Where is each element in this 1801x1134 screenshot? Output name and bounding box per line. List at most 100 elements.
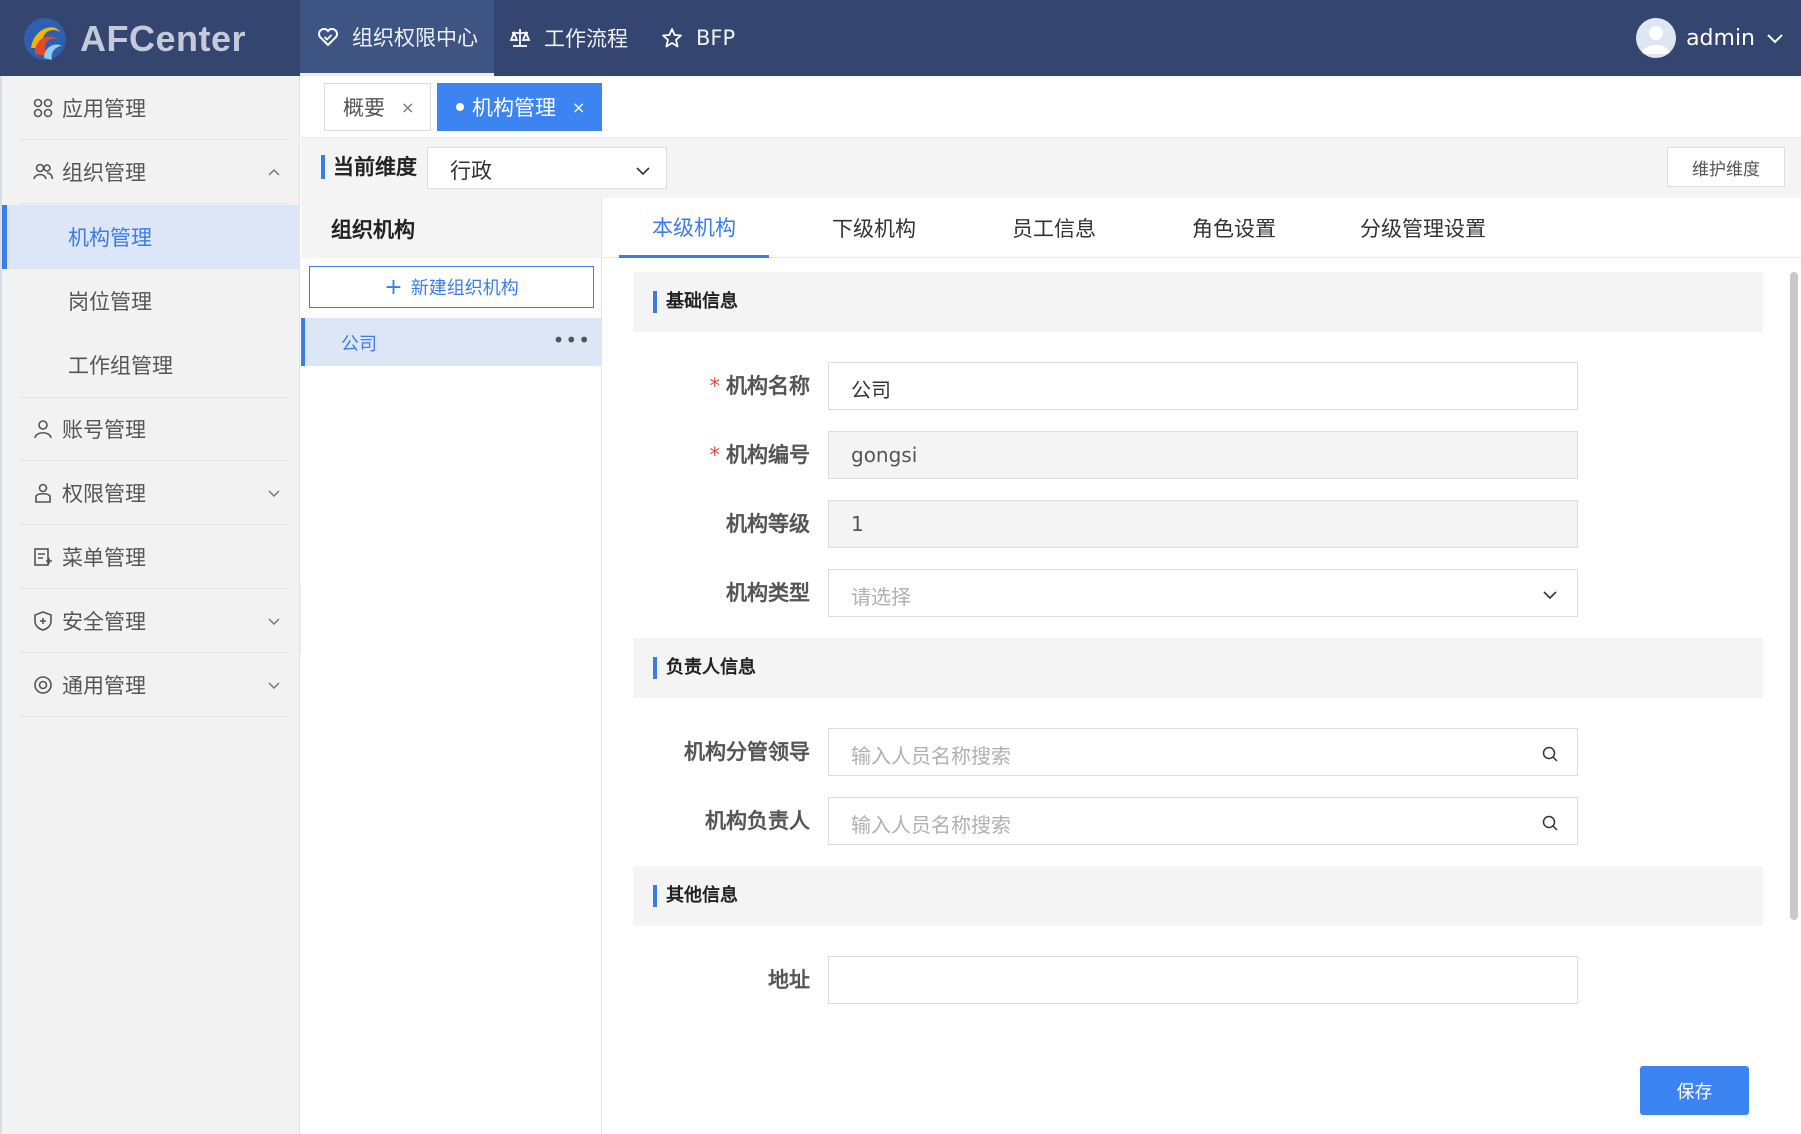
sidebar-item-general-management[interactable]: 通用管理: [20, 653, 288, 717]
sidebar-item-label: 安全管理: [62, 609, 146, 634]
sidebar-item-app-management[interactable]: 应用管理: [20, 76, 288, 140]
chevron-up-icon: [266, 164, 282, 180]
users-icon: [32, 161, 54, 183]
user-menu[interactable]: admin: [1636, 0, 1785, 76]
content-scrollbar[interactable]: [1790, 272, 1798, 920]
institution-name-input[interactable]: 公司: [828, 362, 1578, 410]
section-leader-info: 负责人信息: [633, 638, 1763, 698]
sidebar-item-permission-management[interactable]: 权限管理: [20, 461, 288, 525]
shield-icon: [32, 610, 54, 632]
tab-sub-institutions[interactable]: 下级机构: [799, 198, 949, 258]
institution-type-select[interactable]: 请选择: [828, 569, 1578, 617]
institution-level-label: 机构等级: [726, 512, 810, 536]
chevron-down-icon: [266, 485, 282, 501]
input-placeholder: 输入人员名称搜索: [851, 813, 1011, 837]
active-dot-icon: [456, 103, 464, 111]
avatar: [1636, 18, 1677, 58]
tree-item-company[interactable]: 公司 •••: [301, 318, 601, 366]
close-icon[interactable]: ×: [572, 98, 585, 117]
input-placeholder: 输入人员名称搜索: [851, 744, 1011, 768]
manager-label: 机构负责人: [705, 809, 810, 833]
page-tab-label: 概要: [343, 96, 385, 120]
required-mark: *: [709, 374, 721, 398]
plus-icon: +: [384, 274, 403, 300]
sidebar-item-position-management[interactable]: 岗位管理: [2, 269, 300, 333]
sidebar: 应用管理 组织管理 机构管理 岗位管理 工作组管理 账号管理 权限管理 菜单管理…: [0, 76, 300, 1134]
label-text: 机构编号: [726, 443, 810, 467]
nav-tab-org-permission-center[interactable]: 组织权限中心: [300, 0, 494, 76]
menu-list-icon: [32, 546, 54, 568]
dimension-value: 行政: [450, 159, 492, 183]
chevron-down-icon: [1765, 28, 1785, 48]
manager-search-input[interactable]: 输入人员名称搜索: [828, 797, 1578, 845]
sidebar-item-menu-management[interactable]: 菜单管理: [20, 525, 288, 589]
tab-employee-info[interactable]: 员工信息: [979, 198, 1129, 258]
sidebar-item-label: 通用管理: [62, 673, 146, 698]
new-org-label: 新建组织机构: [410, 278, 519, 299]
section-title: 负责人信息: [653, 657, 756, 679]
username: admin: [1686, 25, 1755, 51]
dimension-bar: 当前维度 行政 维护维度: [301, 138, 1801, 198]
institution-level-input: 1: [828, 500, 1578, 548]
sidebar-item-label: 权限管理: [62, 481, 146, 506]
tree-item-label: 公司: [341, 334, 377, 355]
settings-icon: [32, 674, 54, 696]
close-icon[interactable]: ×: [401, 98, 414, 117]
sidebar-item-org-management[interactable]: 组织管理: [20, 140, 288, 204]
section-title: 基础信息: [653, 291, 738, 313]
tab-current-institution[interactable]: 本级机构: [619, 198, 769, 258]
supervisor-label: 机构分管领导: [684, 740, 810, 764]
maintain-dimension-button[interactable]: 维护维度: [1667, 147, 1785, 187]
sidebar-item-label: 菜单管理: [62, 545, 146, 570]
sidebar-item-label: 工作组管理: [68, 354, 173, 378]
user-lock-icon: [32, 482, 54, 504]
heart-icon: [316, 25, 340, 49]
sidebar-item-label: 应用管理: [62, 96, 146, 121]
chevron-down-icon: [266, 677, 282, 693]
new-org-button[interactable]: + 新建组织机构: [309, 266, 594, 308]
address-label: 地址: [768, 968, 810, 992]
user-icon: [32, 418, 54, 440]
select-placeholder: 请选择: [851, 585, 911, 609]
top-navigation-bar: AFCenter 组织权限中心 工作流程 BFP admin: [0, 0, 1801, 76]
nav-tab-workflow[interactable]: 工作流程: [508, 0, 628, 76]
nav-tab-bfp[interactable]: BFP: [660, 0, 735, 76]
org-tree-title: 组织机构: [301, 198, 601, 258]
dimension-select[interactable]: 行政: [427, 147, 667, 189]
afcenter-logo-icon: [20, 14, 70, 64]
tab-role-settings[interactable]: 角色设置: [1159, 198, 1309, 258]
star-icon: [660, 26, 684, 50]
sidebar-item-account-management[interactable]: 账号管理: [20, 397, 288, 461]
sidebar-item-label: 机构管理: [68, 226, 152, 250]
section-basic-info: 基础信息: [633, 272, 1763, 332]
save-button[interactable]: 保存: [1640, 1066, 1749, 1115]
nav-tab-label: BFP: [696, 26, 736, 50]
content-tabs: 本级机构 下级机构 员工信息 角色设置 分级管理设置: [603, 198, 1801, 258]
nav-tab-label: 组织权限中心: [352, 25, 478, 50]
address-input[interactable]: [828, 956, 1578, 1004]
institution-name-label: * 机构名称: [510, 370, 811, 400]
chevron-down-icon: [266, 613, 282, 629]
nav-tab-label: 工作流程: [544, 27, 628, 51]
scale-icon: [508, 26, 532, 50]
page-tab-institution-management[interactable]: 机构管理 ×: [437, 83, 603, 131]
grid-icon: [32, 97, 54, 119]
sidebar-item-label: 岗位管理: [68, 290, 152, 314]
supervisor-search-input[interactable]: 输入人员名称搜索: [828, 728, 1578, 776]
sidebar-item-label: 账号管理: [62, 418, 146, 442]
brand-name: AFCenter: [80, 18, 247, 59]
institution-type-label: 机构类型: [726, 581, 810, 605]
sidebar-item-label: 组织管理: [62, 160, 146, 185]
section-title: 其他信息: [653, 885, 738, 907]
sidebar-item-workgroup-management[interactable]: 工作组管理: [2, 333, 300, 397]
institution-code-input: gongsi: [828, 431, 1578, 479]
tab-hierarchy-settings[interactable]: 分级管理设置: [1343, 198, 1503, 258]
page-tab-label: 机构管理: [472, 96, 556, 120]
more-icon[interactable]: •••: [553, 328, 591, 352]
page-tabs-bar: 概要 × 机构管理 ×: [301, 76, 1801, 138]
sidebar-item-security-management[interactable]: 安全管理: [20, 589, 288, 653]
page-tab-overview[interactable]: 概要 ×: [324, 83, 432, 131]
dimension-label: 当前维度: [321, 155, 417, 179]
sidebar-item-institution-management[interactable]: 机构管理: [2, 205, 300, 269]
label-text: 机构名称: [726, 374, 810, 398]
